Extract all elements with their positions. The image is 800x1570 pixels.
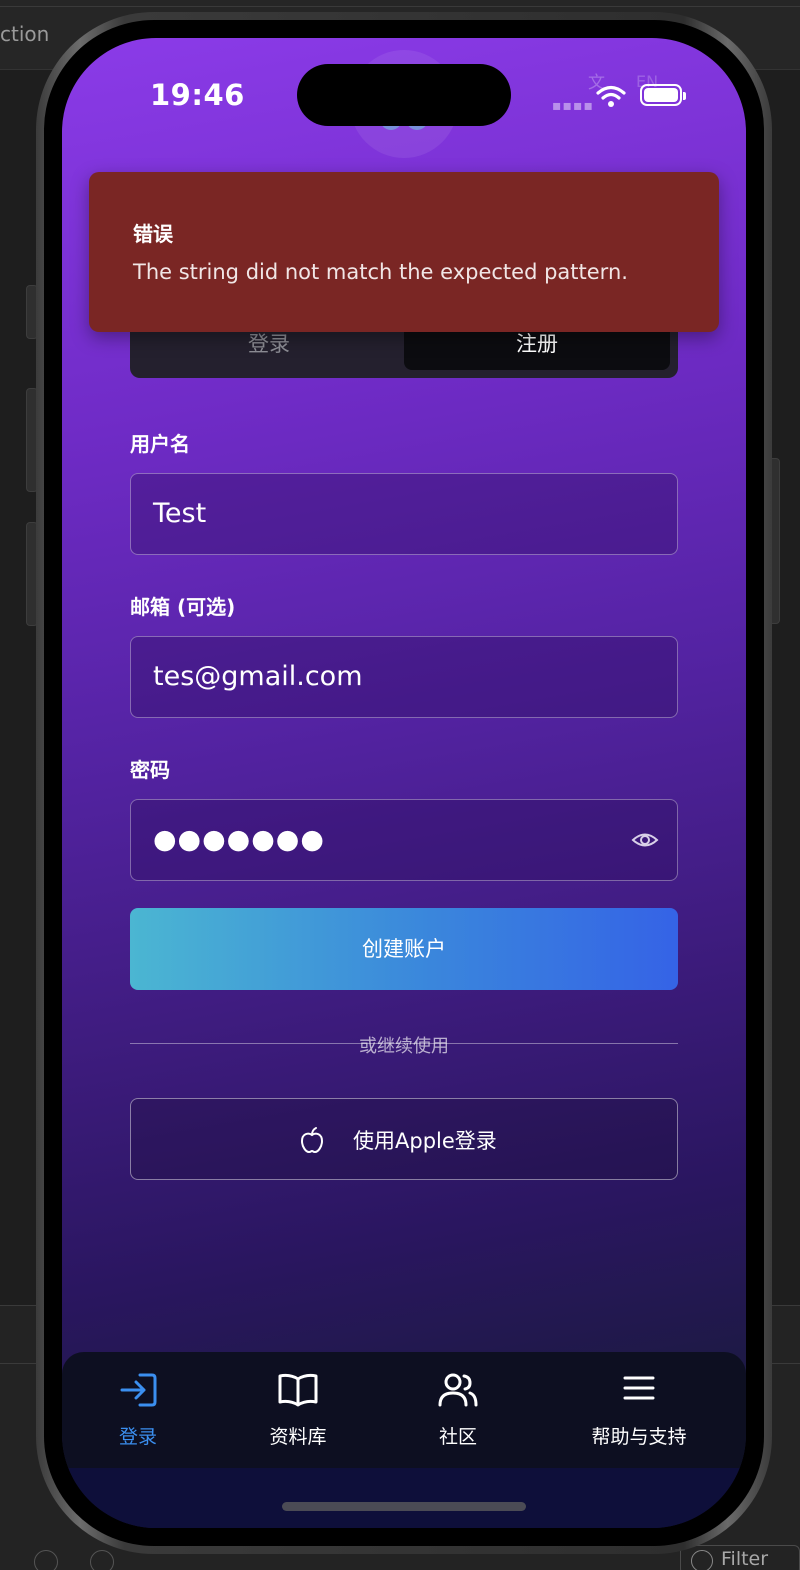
tab-label: 社区: [438, 1426, 477, 1448]
email-label: 邮箱 (可选): [130, 595, 236, 619]
create-account-button[interactable]: 创建账户: [130, 908, 678, 990]
tab-help-support[interactable]: 帮助与支持: [574, 1352, 704, 1468]
phone-screen: 19:46 文 EN ▪▪▪▪ 登录 注册 错误 The string did …: [62, 38, 746, 1528]
username-field[interactable]: Test: [130, 473, 678, 555]
info-icon[interactable]: [90, 1550, 114, 1570]
username-label: 用户名: [130, 432, 190, 456]
battery-icon: [640, 84, 686, 106]
apple-icon: [300, 1127, 324, 1154]
login-arrow-icon: [120, 1373, 157, 1407]
tab-label: 登录: [118, 1426, 157, 1448]
password-field[interactable]: ●●●●●●●: [130, 799, 678, 881]
toast-title: 错误: [133, 222, 173, 246]
tab-library[interactable]: 资料库: [238, 1352, 358, 1468]
password-label: 密码: [130, 758, 170, 782]
filter-label: Filter: [721, 1548, 769, 1570]
error-toast[interactable]: 错误 The string did not match the expected…: [89, 172, 719, 332]
status-time: 19:46: [150, 78, 245, 112]
tab-label: 资料库: [269, 1426, 327, 1448]
apple-sign-in-button[interactable]: 使用Apple登录: [130, 1098, 678, 1180]
email-value: tes@gmail.com: [153, 661, 363, 692]
apple-sign-in-label: 使用Apple登录: [353, 1129, 497, 1153]
tab-label: 帮助与支持: [591, 1426, 687, 1448]
bottom-tab-bar: 登录 资料库 社区 帮助与支持: [62, 1352, 746, 1468]
eye-icon[interactable]: [34, 1550, 58, 1570]
eye-icon[interactable]: [631, 826, 659, 854]
book-icon: [278, 1373, 318, 1407]
menu-icon: [623, 1376, 655, 1400]
filter-icon: [691, 1550, 713, 1570]
home-indicator[interactable]: [282, 1502, 526, 1511]
users-icon: [438, 1373, 478, 1407]
wifi-icon: [596, 85, 626, 107]
cellular-signal-icon: ▪▪▪▪: [552, 98, 594, 114]
tab-login-nav[interactable]: 登录: [78, 1352, 198, 1468]
home-indicator-area: [62, 1468, 746, 1528]
divider-text: 或继续使用: [359, 1036, 449, 1057]
email-field[interactable]: tes@gmail.com: [130, 636, 678, 718]
password-value: ●●●●●●●: [153, 824, 325, 855]
toast-message: The string did not match the expected pa…: [133, 260, 628, 284]
ide-partial-title: ction: [0, 22, 50, 46]
dynamic-island: [297, 64, 511, 126]
filter-field[interactable]: Filter: [680, 1545, 800, 1570]
username-value: Test: [153, 498, 207, 529]
tab-community[interactable]: 社区: [398, 1352, 518, 1468]
